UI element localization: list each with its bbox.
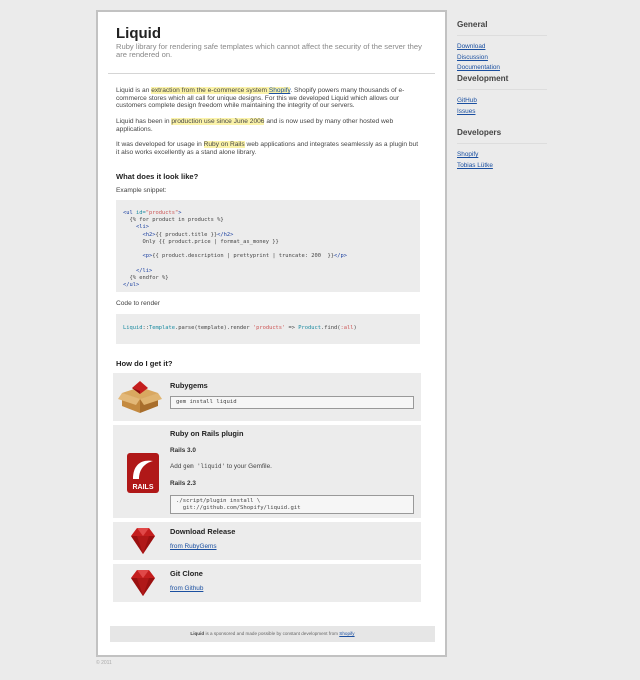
footer-shopify-link[interactable]: Shopify — [339, 631, 354, 636]
highlight: extraction from the e-commerce system Sh… — [151, 87, 291, 94]
rails-30-label: Rails 3.0 — [170, 447, 196, 454]
look-heading: What does it look like? — [116, 172, 199, 181]
rubygems-command[interactable]: gem install liquid — [170, 396, 414, 409]
sidebar-item-shopify[interactable]: Shopify — [457, 150, 547, 161]
sidebar-heading: Developers — [457, 128, 547, 144]
download-box: Download Release from RubyGems — [113, 522, 421, 560]
sidebar-item-tobias-lutke[interactable]: Tobias Lütke — [457, 161, 547, 172]
main-content: Liquid Ruby library for rendering safe t… — [96, 10, 447, 657]
intro-paragraph-1: Liquid is an extraction from the e-comme… — [116, 87, 405, 110]
copyright: © 2011 — [96, 660, 112, 666]
sidebar-section-developers: Developers Shopify Tobias Lütke — [457, 128, 547, 171]
rubygems-title: Rubygems — [170, 381, 208, 390]
ruby-gem-icon — [131, 528, 155, 554]
download-title: Download Release — [170, 527, 236, 536]
intro-paragraph-2: Liquid has been in production use since … — [116, 118, 394, 133]
sidebar: General Download Discussion Documentatio… — [457, 20, 547, 171]
sidebar-heading: Development — [457, 74, 547, 90]
shopify-link[interactable]: Shopify — [269, 87, 291, 94]
rails-23-label: Rails 2.3 — [170, 480, 196, 487]
sidebar-item-discussion[interactable]: Discussion — [457, 53, 547, 64]
footer: Liquid is a sponsored and made possible … — [110, 626, 435, 642]
render-label: Code to render — [116, 300, 160, 307]
header-divider — [108, 73, 435, 74]
highlight: Ruby on Rails — [203, 141, 245, 148]
cardboard-box-with-gem-icon — [118, 381, 162, 413]
sidebar-item-issues[interactable]: Issues — [457, 107, 547, 118]
rails-logo-icon: RAILS — [127, 453, 159, 493]
page-subtitle: Ruby library for rendering safe template… — [116, 42, 422, 60]
get-heading: How do I get it? — [116, 359, 173, 368]
rubygems-download-link[interactable]: from RubyGems — [170, 543, 217, 550]
intro-paragraph-3: It was developed for usage in Ruby on Ra… — [116, 141, 419, 156]
page-title: Liquid — [116, 25, 161, 42]
highlight: production use since June 2006 — [171, 118, 265, 125]
ruby-gem-icon — [131, 570, 155, 596]
example-code-block: <ul id="products"> {% for product in pro… — [116, 200, 420, 292]
sidebar-item-documentation[interactable]: Documentation — [457, 63, 547, 74]
sidebar-heading: General — [457, 20, 547, 36]
svg-text:RAILS: RAILS — [133, 484, 154, 491]
rails-title: Ruby on Rails plugin — [170, 429, 244, 438]
rubygems-box: Rubygems gem install liquid — [113, 373, 421, 421]
sidebar-section-development: Development GitHub Issues — [457, 74, 547, 128]
sidebar-item-download[interactable]: Download — [457, 42, 547, 53]
github-clone-link[interactable]: from Github — [170, 585, 203, 592]
example-label: Example snippet: — [116, 187, 167, 194]
sidebar-item-github[interactable]: GitHub — [457, 96, 547, 107]
git-box: Git Clone from Github — [113, 564, 421, 602]
rails-30-text: Add gem 'liquid' to your Gemfile. — [170, 463, 272, 470]
sidebar-section-general: General Download Discussion Documentatio… — [457, 20, 547, 74]
rails-23-command[interactable]: ./script/plugin install \ git://github.c… — [170, 495, 414, 515]
rails-box: RAILS Ruby on Rails plugin Rails 3.0 Add… — [113, 425, 421, 518]
render-code-block: Liquid::Template.parse(template).render … — [116, 314, 420, 344]
git-title: Git Clone — [170, 569, 203, 578]
